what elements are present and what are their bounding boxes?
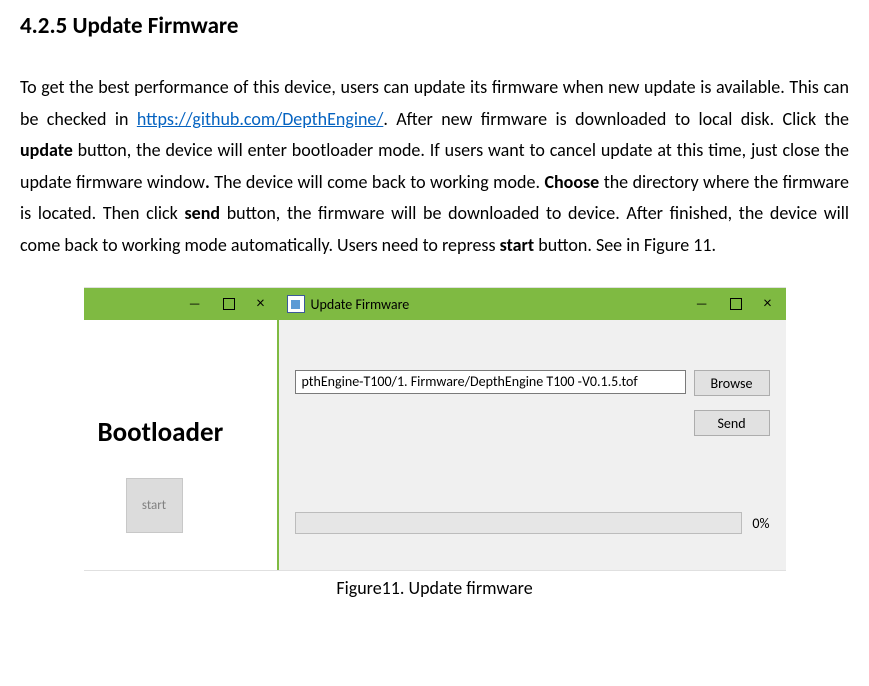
maximize-icon[interactable] [223,298,235,310]
firmware-path-input[interactable]: pthEngine-T100/1. Firmware/DepthEngine T… [295,370,686,394]
window-title: Update Firmware [311,296,410,313]
bootloader-label: Bootloader [98,416,224,449]
progress-bar [295,512,743,534]
maximize-icon[interactable] [730,298,742,310]
text-seg: . After new firmware is downloaded to lo… [383,108,849,130]
bold-choose: Choose [544,171,599,193]
path-row: pthEngine-T100/1. Firmware/DepthEngine T… [295,370,770,396]
minimize-icon[interactable]: — [189,298,201,311]
text-seg: button. See in Figure 11. [534,234,716,256]
right-titlebar: Update Firmware — × [279,288,786,320]
bold-update: update [20,139,73,161]
section-heading: 4.2.5 Update Firmware [20,12,849,40]
figure-caption: Figure11. Update firmware [84,577,786,599]
figure: — × Bootloader start Update Firmware — ×… [84,287,786,571]
figure-container: — × Bootloader start Update Firmware — ×… [84,287,786,599]
bold-start: start [500,234,535,256]
send-button[interactable]: Send [694,410,770,436]
text-seg: The device will come back to working mod… [210,171,545,193]
github-link[interactable]: https://github.com/DepthEngine/ [137,108,383,130]
close-icon[interactable]: × [257,296,265,312]
send-row: Send [694,410,770,436]
start-button[interactable]: start [126,478,183,533]
close-icon[interactable]: × [764,296,772,312]
progress-percent: 0% [752,515,769,532]
browse-button[interactable]: Browse [694,370,770,396]
update-firmware-window: Update Firmware — × pthEngine-T100/1. Fi… [279,288,786,570]
bold-send: send [184,202,220,224]
body-paragraph: To get the best performance of this devi… [20,72,849,261]
left-window: — × Bootloader start [84,288,279,570]
app-icon [287,295,305,313]
progress-row: 0% [295,512,770,534]
left-titlebar: — × [84,288,277,320]
window-buttons: — × [696,296,786,312]
minimize-icon[interactable]: — [696,298,708,311]
